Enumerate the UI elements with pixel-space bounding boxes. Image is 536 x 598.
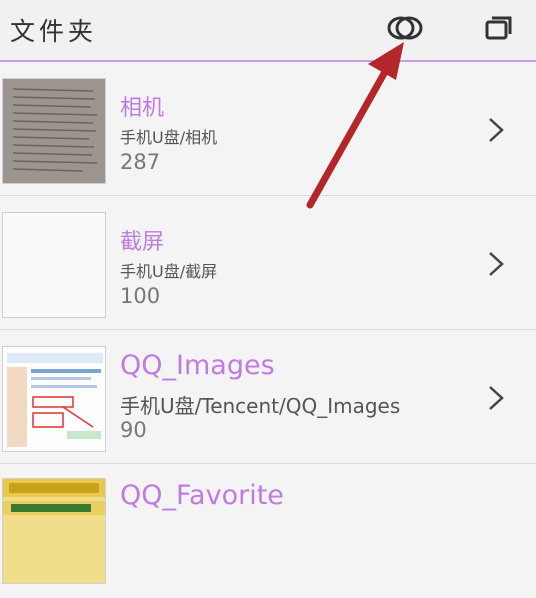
folder-count: 287 [120,150,161,174]
folder-row-screenshots[interactable]: 截屏 手机U盘/截屏 100 [0,196,536,330]
folder-path: 手机U盘/截屏 [120,262,218,281]
app-header: 文件夹 [0,0,536,62]
chevron-right-icon [489,386,504,410]
document-photo-thumbnail [3,79,105,183]
folder-count: 90 [120,418,147,442]
folder-count: 100 [120,284,161,308]
folder-thumbnail [2,478,106,584]
folder-name: QQ_Favorite [120,480,284,511]
eye-rings-icon[interactable] [387,14,423,42]
folder-row-qq-images[interactable]: QQ_Images 手机U盘/Tencent/QQ_Images 90 [0,330,536,464]
windows-stack-icon[interactable] [484,13,514,43]
folder-thumbnail [2,346,106,452]
page-title: 文件夹 [10,17,98,46]
folder-name: 相机 [120,96,165,121]
folder-thumbnail [2,78,106,184]
screenshot-thumbnail [3,347,105,451]
folder-path: 手机U盘/相机 [120,128,218,147]
folder-row-camera[interactable]: 相机 手机U盘/相机 287 [0,62,536,196]
folder-path: 手机U盘/Tencent/QQ_Images [120,394,401,418]
image-thumbnail [3,479,105,583]
chevron-right-icon [489,252,504,276]
chevron-right-icon [489,118,504,142]
folder-name: QQ_Images [120,350,275,381]
folder-name: 截屏 [120,230,165,255]
folder-row-qq-favorite[interactable]: QQ_Favorite [0,464,536,598]
folder-thumbnail [2,212,106,318]
